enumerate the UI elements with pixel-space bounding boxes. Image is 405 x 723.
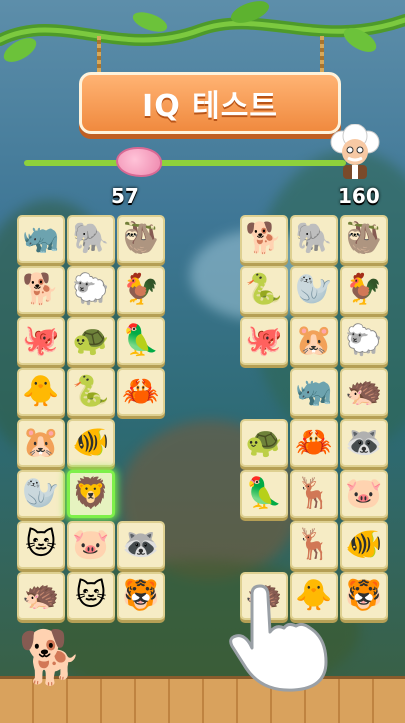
right-tile-deer[interactable]: 🦌 <box>290 470 338 518</box>
snake-icon: 🐍 <box>245 272 283 307</box>
right-tile-sloth[interactable]: 🦥 <box>340 215 388 263</box>
sheep-icon: 🐑 <box>345 323 383 358</box>
left-tile-turtle[interactable]: 🐢 <box>67 317 115 365</box>
left-tile-hamster[interactable]: 🐹 <box>17 419 65 467</box>
cat-icon: 🐱 <box>25 527 57 562</box>
cat-icon: 🐱 <box>75 578 107 613</box>
right-tile-shiba[interactable]: 🐕 <box>240 215 288 263</box>
left-tile-cat[interactable]: 🐱 <box>17 521 65 569</box>
right-tile-parrot[interactable]: 🦜 <box>240 470 288 518</box>
right-tile-rhino[interactable]: 🦏 <box>290 368 338 416</box>
left-tile-raccoon[interactable]: 🦝 <box>117 521 165 569</box>
left-tile-duckling[interactable]: 🐥 <box>17 368 65 416</box>
crab-icon: 🦀 <box>295 425 333 460</box>
rhino-icon: 🦏 <box>295 374 333 409</box>
left-tile-parrot[interactable]: 🦜 <box>117 317 165 365</box>
crab-icon: 🦀 <box>122 374 160 409</box>
hedgehog-icon: 🦔 <box>345 374 383 409</box>
left-tile-crab[interactable]: 🦀 <box>117 368 165 416</box>
left-tile-hedgehog[interactable]: 🦔 <box>17 572 65 620</box>
shiba-icon: 🐕 <box>22 272 60 307</box>
right-tile-crab[interactable]: 🦀 <box>290 419 338 467</box>
left-tile-snake[interactable]: 🐍 <box>67 368 115 416</box>
left-tile-lion[interactable]: 🦁 <box>67 470 115 518</box>
seal-icon: 🦭 <box>295 272 333 307</box>
left-tile-clownfish[interactable]: 🐠 <box>67 419 115 467</box>
left-tile-shiba[interactable]: 🐕 <box>17 266 65 314</box>
right-tile-sheep[interactable]: 🐑 <box>340 317 388 365</box>
sloth-icon: 🦥 <box>345 221 383 256</box>
duckling-icon: 🐥 <box>22 374 60 409</box>
left-tile-pig[interactable]: 🐷 <box>67 521 115 569</box>
dog-icon: 🐕 <box>18 628 83 688</box>
left-tile-elephant[interactable]: 🐘 <box>67 215 115 263</box>
clownfish-icon: 🐠 <box>345 527 383 562</box>
lion-icon: 🦁 <box>72 476 110 511</box>
tiger-icon: 🐯 <box>345 578 383 613</box>
right-tile-clownfish[interactable]: 🐠 <box>340 521 388 569</box>
page-title: IQ 테스트 <box>142 89 278 124</box>
seal-icon: 🦭 <box>22 476 60 511</box>
rhino-icon: 🦏 <box>22 221 60 256</box>
right-tile-octopus[interactable]: 🐙 <box>240 317 288 365</box>
raccoon-icon: 🦝 <box>345 425 383 460</box>
pig-icon: 🐷 <box>345 476 383 511</box>
right-tile-pig[interactable]: 🐷 <box>340 470 388 518</box>
right-tile-raccoon[interactable]: 🦝 <box>340 419 388 467</box>
sign-rope-right <box>320 36 324 76</box>
right-tile-seal[interactable]: 🦭 <box>290 266 338 314</box>
octopus-icon: 🐙 <box>22 323 60 358</box>
title-sign: IQ 테스트 <box>79 72 341 134</box>
einstein-icon <box>330 124 380 179</box>
right-tile-turtle[interactable]: 🐢 <box>240 419 288 467</box>
parrot-icon: 🦜 <box>122 323 160 358</box>
left-tile-tiger[interactable]: 🐯 <box>117 572 165 620</box>
pig-icon: 🐷 <box>72 527 110 562</box>
right-tile-rooster[interactable]: 🐓 <box>340 266 388 314</box>
jungle-vine <box>0 1 405 62</box>
parrot-icon: 🦜 <box>245 476 283 511</box>
left-tile-sloth[interactable]: 🦥 <box>117 215 165 263</box>
left-tile-rooster[interactable]: 🐓 <box>117 266 165 314</box>
right-tile-deer[interactable]: 🦌 <box>290 521 338 569</box>
deer-icon: 🦌 <box>295 476 333 511</box>
turtle-icon: 🐢 <box>245 425 283 460</box>
sheep-icon: 🐑 <box>72 272 110 307</box>
tiger-icon: 🐯 <box>122 578 160 613</box>
shiba-icon: 🐕 <box>245 221 283 256</box>
turtle-icon: 🐢 <box>72 323 110 358</box>
brain-icon <box>115 147 162 177</box>
pointing-hand-icon <box>229 584 328 692</box>
elephant-icon: 🐘 <box>295 221 333 256</box>
left-tile-sheep[interactable]: 🐑 <box>67 266 115 314</box>
raccoon-icon: 🦝 <box>122 527 160 562</box>
hedgehog-icon: 🦔 <box>22 578 60 613</box>
right-tile-tiger[interactable]: 🐯 <box>340 572 388 620</box>
current-score: 57 <box>111 184 139 208</box>
clownfish-icon: 🐠 <box>72 425 110 460</box>
hamster-icon: 🐹 <box>295 323 333 358</box>
right-tile-elephant[interactable]: 🐘 <box>290 215 338 263</box>
left-tile-cat[interactable]: 🐱 <box>67 572 115 620</box>
octopus-icon: 🐙 <box>245 323 283 358</box>
left-tile-octopus[interactable]: 🐙 <box>17 317 65 365</box>
left-tile-rhino[interactable]: 🦏 <box>17 215 65 263</box>
snake-icon: 🐍 <box>72 374 110 409</box>
elephant-icon: 🐘 <box>72 221 110 256</box>
left-tile-seal[interactable]: 🦭 <box>17 470 65 518</box>
target-score: 160 <box>338 184 380 208</box>
right-tile-hedgehog[interactable]: 🦔 <box>340 368 388 416</box>
rooster-icon: 🐓 <box>345 272 383 307</box>
right-tile-snake[interactable]: 🐍 <box>240 266 288 314</box>
hamster-icon: 🐹 <box>22 425 60 460</box>
progress-bar <box>24 160 346 166</box>
sign-rope-left <box>97 36 101 76</box>
rooster-icon: 🐓 <box>122 272 160 307</box>
sloth-icon: 🦥 <box>122 221 160 256</box>
deer-icon: 🦌 <box>295 527 333 562</box>
right-tile-hamster[interactable]: 🐹 <box>290 317 338 365</box>
